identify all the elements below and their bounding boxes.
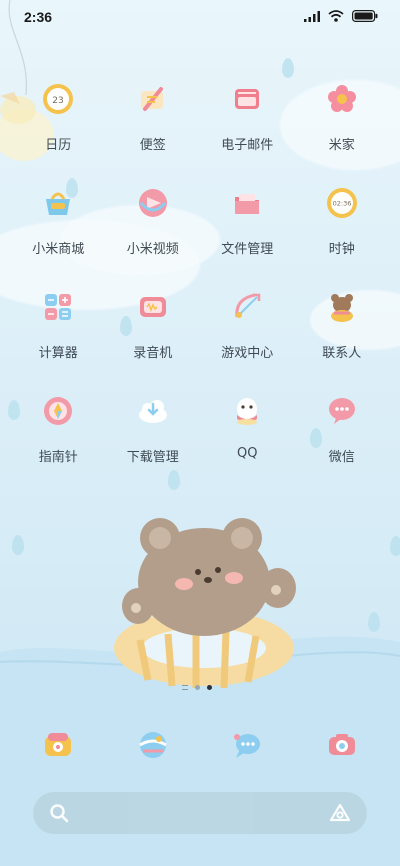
search-icon [50,804,69,823]
app-label: 录音机 [133,346,173,361]
app-label: 小米商城 [32,242,85,257]
dock-browser[interactable] [106,724,201,764]
app-label: 文件管理 [221,242,274,257]
file-manager-icon [230,186,264,220]
recorder-icon [136,290,170,324]
mihome-icon [325,82,359,116]
page-dot-active [207,685,212,690]
qq-icon [230,394,264,428]
dock [11,724,389,764]
app-email[interactable]: 电子邮件 [200,78,295,182]
calendar-date-text: 23 [53,96,64,106]
dock-phone[interactable] [11,724,106,764]
download-icon [136,394,170,428]
dock-camera[interactable] [295,724,390,764]
page-menu-indicator [182,685,188,690]
app-game-center[interactable]: 游戏中心 [200,286,295,390]
app-label: 便签 [139,138,166,153]
wifi-icon [328,10,344,22]
assistant-icon[interactable] [329,803,351,823]
app-label: 游戏中心 [221,346,274,361]
wechat-icon [325,394,359,428]
app-label: 电子邮件 [221,138,274,153]
app-mi-store[interactable]: 小米商城 [11,182,106,286]
messages-icon [230,728,264,762]
app-label: QQ [237,446,258,461]
status-icons [304,10,378,22]
app-grid: 23 日历 便签 电子邮件 米家 小米商城 小米视频 文件管理 02:36 时钟… [11,78,389,494]
app-notes[interactable]: 便签 [106,78,201,182]
mi-video-icon [136,186,170,220]
app-calculator[interactable]: 计算器 [11,286,106,390]
email-icon [230,82,264,116]
app-label: 联系人 [322,346,362,361]
app-recorder[interactable]: 录音机 [106,286,201,390]
compass-icon [41,394,75,428]
browser-icon [136,728,170,762]
contacts-icon [325,290,359,324]
phone-icon [41,728,75,762]
game-center-icon [230,290,264,324]
search-bar[interactable] [33,792,367,834]
app-label: 米家 [328,138,355,153]
status-bar: 2:36 [0,0,400,34]
calendar-icon: 23 [41,82,75,116]
app-label: 微信 [328,450,355,465]
app-label: 下载管理 [126,450,179,465]
page-indicator[interactable] [182,685,212,690]
app-label: 计算器 [38,346,78,361]
app-clock[interactable]: 02:36 时钟 [295,182,390,286]
app-qq[interactable]: QQ [200,390,295,494]
app-mihome[interactable]: 米家 [295,78,390,182]
clock-icon: 02:36 [325,186,359,220]
camera-icon [325,728,359,762]
page-dot [195,685,200,690]
clock-time-text: 02:36 [332,200,351,208]
app-contacts[interactable]: 联系人 [295,286,390,390]
app-label: 日历 [45,138,72,153]
app-download-manager[interactable]: 下载管理 [106,390,201,494]
status-time: 2:36 [24,9,53,25]
app-compass[interactable]: 指南针 [11,390,106,494]
app-file-manager[interactable]: 文件管理 [200,182,295,286]
app-wechat[interactable]: 微信 [295,390,390,494]
app-label: 小米视频 [126,242,179,257]
app-mi-video[interactable]: 小米视频 [106,182,201,286]
app-label: 时钟 [328,242,355,257]
battery-icon [352,10,378,22]
mi-store-icon [41,186,75,220]
calculator-icon [41,290,75,324]
app-label: 指南针 [38,450,78,465]
notes-icon [136,82,170,116]
app-calendar[interactable]: 23 日历 [11,78,106,182]
signal-icon [304,10,320,22]
dock-messages[interactable] [200,724,295,764]
